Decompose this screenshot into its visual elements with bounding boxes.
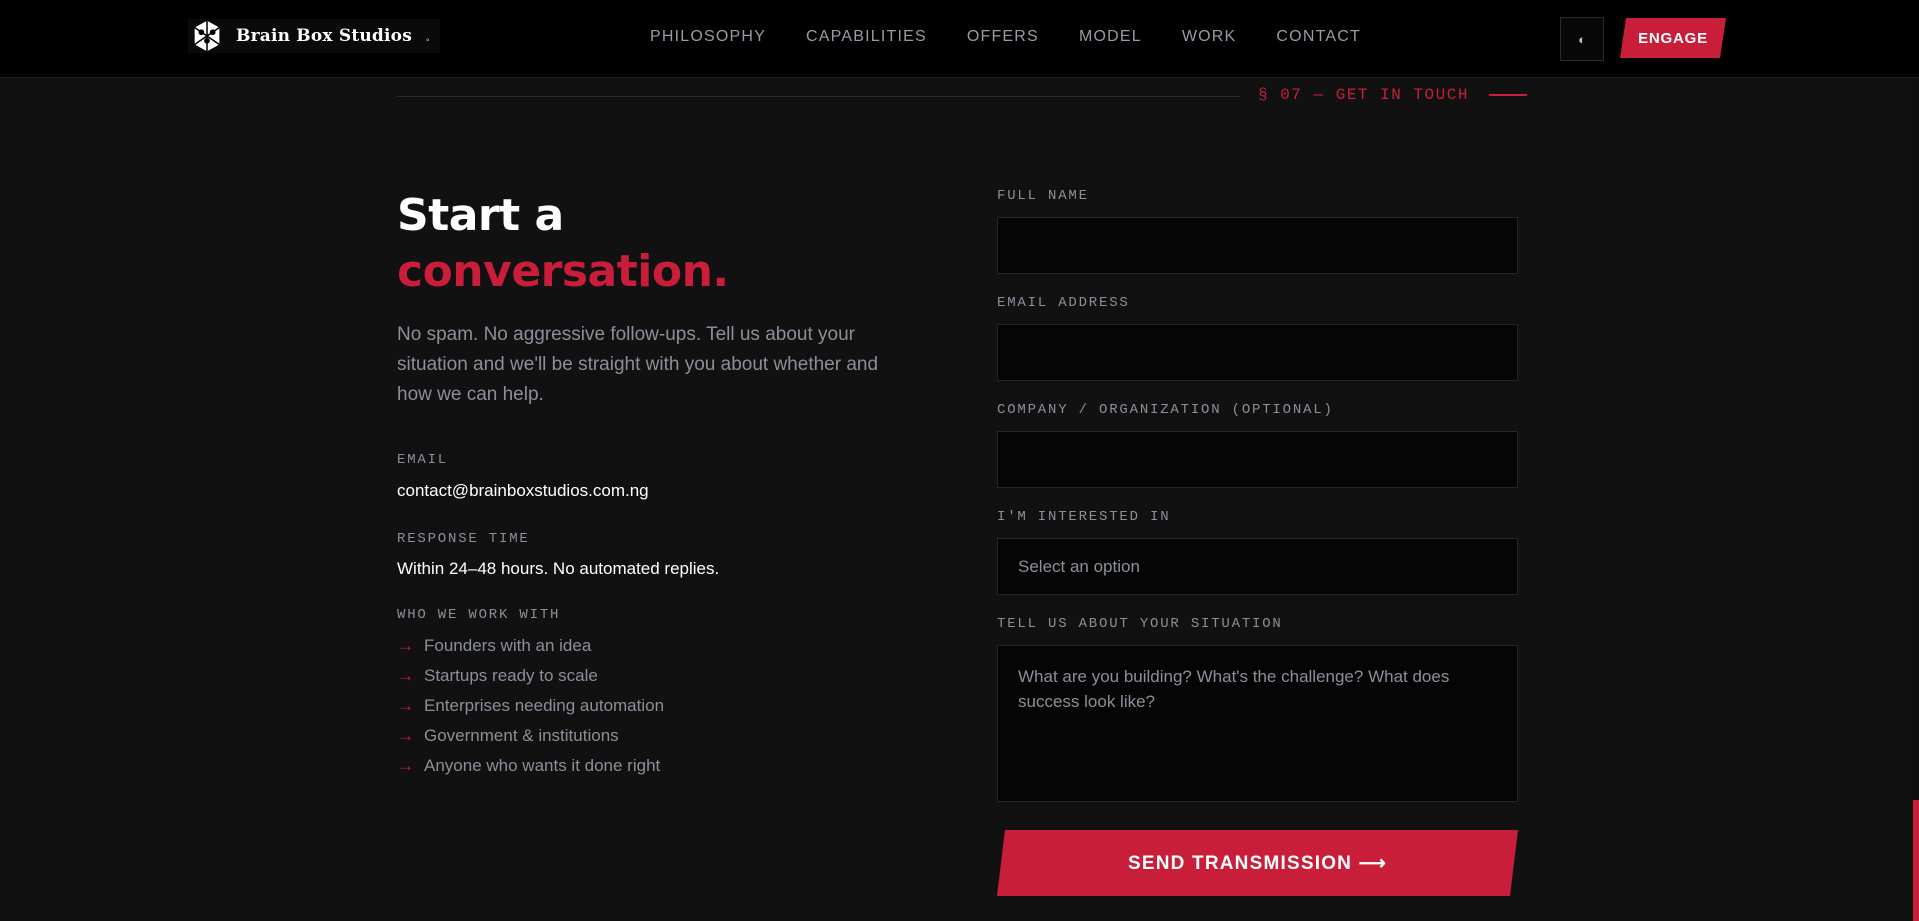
company-label: COMPANY / ORGANIZATION (OPTIONAL) xyxy=(997,402,1334,418)
who-we-work-with-list: → Founders with an idea → Startups ready t… xyxy=(397,631,664,781)
company-field[interactable] xyxy=(997,431,1518,488)
list-item: → Anyone who wants it done right xyxy=(397,751,664,781)
send-transmission-button[interactable]: SEND TRANSMISSION ⟶ xyxy=(997,830,1518,896)
interest-select[interactable]: Select an option xyxy=(997,538,1518,595)
interest-label: I'M INTERESTED IN xyxy=(997,509,1171,525)
situation-textarea[interactable] xyxy=(997,645,1518,802)
nav-work[interactable]: WORK xyxy=(1182,28,1237,46)
theme-toggle-button[interactable]: ◐ xyxy=(1560,17,1604,61)
brand-name: Brain Box Studios xyxy=(236,26,412,46)
arrow-right-icon: → xyxy=(397,726,414,745)
main-nav: PHILOSOPHY CAPABILITIES OFFERS MODEL WOR… xyxy=(650,28,1361,46)
arrow-right-icon: → xyxy=(397,756,414,775)
scrollbar-thumb[interactable] xyxy=(1913,800,1919,921)
brand-dot: ◦ xyxy=(425,34,430,46)
list-item-text: Anyone who wants it done right xyxy=(424,756,661,775)
page-heading: Start a conversation. xyxy=(397,188,729,300)
heading-line-1: Start a xyxy=(397,190,564,241)
email-address-label: EMAIL ADDRESS xyxy=(997,295,1130,311)
contact-email-link[interactable]: contact@brainboxstudios.com.ng xyxy=(397,481,649,501)
top-navigation-bar: Brain Box Studios ◦ PHILOSOPHY CAPABILIT… xyxy=(0,0,1919,78)
email-info-label: EMAIL xyxy=(397,452,449,468)
situation-label: TELL US ABOUT YOUR SITUATION xyxy=(997,616,1283,632)
who-we-work-with-label: WHO WE WORK WITH xyxy=(397,607,561,623)
nav-model[interactable]: MODEL xyxy=(1079,28,1142,46)
response-time-value: Within 24–48 hours. No automated replies… xyxy=(397,559,720,578)
nav-contact[interactable]: CONTACT xyxy=(1276,28,1361,46)
arrow-right-icon: → xyxy=(397,696,414,715)
email-field[interactable] xyxy=(997,324,1518,381)
heading-line-2: conversation. xyxy=(397,246,729,297)
nav-capabilities[interactable]: CAPABILITIES xyxy=(806,28,927,46)
engage-button[interactable]: ENGAGE xyxy=(1620,18,1726,58)
nav-philosophy[interactable]: PHILOSOPHY xyxy=(650,28,766,46)
list-item-text: Enterprises needing automation xyxy=(424,696,665,715)
section-tag: § 07 — GET IN TOUCH xyxy=(1240,86,1527,104)
list-item: → Government & institutions xyxy=(397,721,664,751)
list-item-text: Startups ready to scale xyxy=(424,666,598,685)
list-item-text: Government & institutions xyxy=(424,726,619,745)
brand-logo[interactable]: Brain Box Studios ◦ xyxy=(188,19,440,53)
response-time-label: RESPONSE TIME xyxy=(397,531,530,547)
section-divider xyxy=(397,96,1241,97)
section-tag-dash xyxy=(1488,94,1527,96)
arrow-right-icon: → xyxy=(397,636,414,655)
intro-paragraph: No spam. No aggressive follow-ups. Tell … xyxy=(397,324,879,405)
full-name-field[interactable] xyxy=(997,217,1518,274)
section-tag-label: § 07 — GET IN TOUCH xyxy=(1258,86,1469,104)
scrollbar-track[interactable] xyxy=(1913,78,1919,921)
list-item: → Founders with an idea xyxy=(397,631,664,661)
list-item-text: Founders with an idea xyxy=(424,636,592,655)
list-item: → Startups ready to scale xyxy=(397,661,664,691)
contrast-icon: ◐ xyxy=(1578,31,1586,47)
list-item: → Enterprises needing automation xyxy=(397,691,664,721)
arrow-right-icon: → xyxy=(397,666,414,685)
nav-offers[interactable]: OFFERS xyxy=(967,28,1039,46)
full-name-label: FULL NAME xyxy=(997,188,1089,204)
brain-logo-icon xyxy=(194,20,220,52)
